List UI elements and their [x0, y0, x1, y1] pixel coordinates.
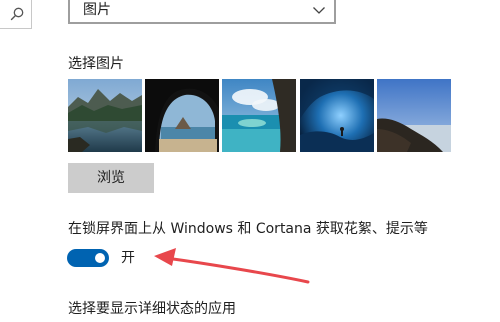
- background-dropdown[interactable]: 图片: [68, 0, 336, 24]
- mountain-lake-thumbnail-icon: [68, 79, 142, 152]
- ice-cave-thumbnail-icon: [300, 79, 374, 152]
- search-box[interactable]: [0, 0, 32, 29]
- picture-thumbnail-sea-cave-arch[interactable]: [145, 79, 219, 152]
- detail-status-app-label: 选择要显示详细状态的应用: [68, 301, 236, 317]
- coastal-hill-thumbnail-icon: [377, 79, 451, 152]
- annotation-arrow-icon: [154, 248, 310, 284]
- tropical-beach-thumbnail-icon: [222, 79, 296, 152]
- toggle-knob: [95, 253, 105, 263]
- picture-thumbnail-coastal-hill[interactable]: [377, 79, 451, 152]
- picture-thumbnail-ice-cave[interactable]: [300, 79, 374, 152]
- background-dropdown-value: 图片: [83, 2, 111, 18]
- choose-picture-label: 选择图片: [68, 56, 124, 72]
- chevron-down-icon: [313, 7, 325, 14]
- picture-thumbnail-mountain-lake[interactable]: [68, 79, 142, 152]
- lock-screen-tips-label: 在锁屏界面上从 Windows 和 Cortana 获取花絮、提示等: [68, 221, 428, 237]
- browse-button[interactable]: 浏览: [68, 163, 154, 193]
- sea-cave-arch-thumbnail-icon: [145, 79, 219, 152]
- toggle-state-label: 开: [121, 250, 135, 266]
- search-icon: [10, 7, 24, 21]
- picture-thumbnail-tropical-beach[interactable]: [222, 79, 296, 152]
- lock-screen-tips-toggle[interactable]: [67, 249, 109, 267]
